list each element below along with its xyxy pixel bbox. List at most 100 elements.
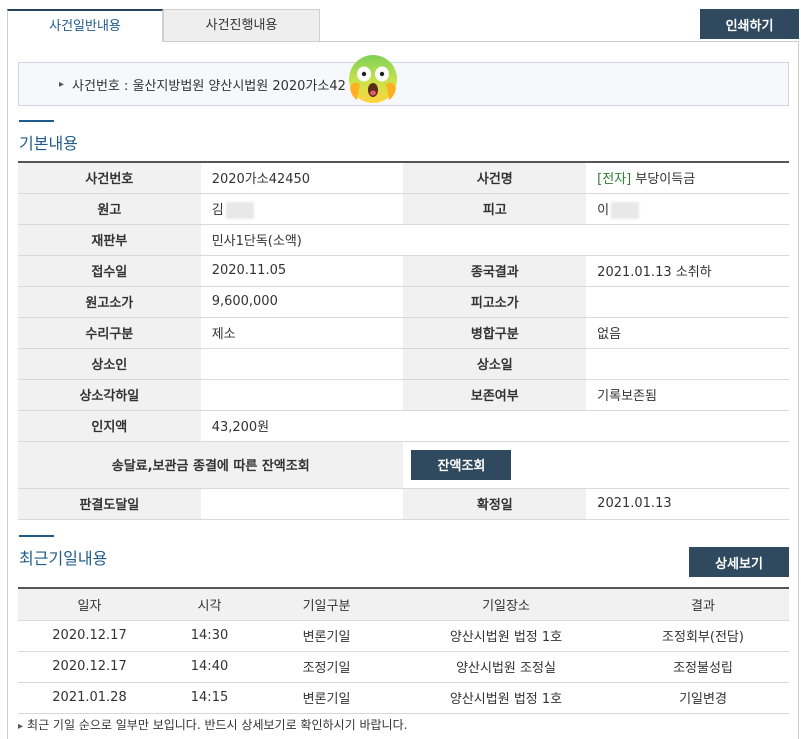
stamp-value: 43,200원 [200, 410, 789, 442]
hearing-date: 2020.12.17 [18, 620, 161, 652]
case-no-label: 사건번호 [18, 162, 201, 194]
table-row: 원고 김 피고 이 [18, 193, 789, 225]
frame-border-left [7, 42, 8, 739]
tab-bar: 사건일반내용 사건진행내용 [7, 9, 320, 42]
table-row: 사건번호 2020가소42450 사건명 [전자] 부당이득금 [18, 162, 789, 194]
basic-info-title: 기본내용 [19, 120, 78, 154]
final-result-value: 2021.01.13 소취하 [586, 255, 789, 287]
plaintiff-value-amount: 9,600,000 [200, 286, 404, 318]
appeal-date-value [586, 348, 789, 380]
plaintiff-name: 김 [211, 202, 224, 218]
defendant-name: 이 [597, 202, 610, 218]
table-row: 2020.12.17 14:40 조정기일 양산시법원 조정실 조정불성립 [18, 651, 789, 683]
redacted-mask [225, 201, 254, 219]
tab-progress[interactable]: 사건진행내용 [163, 9, 320, 42]
hearing-result: 조정회부(전담) [617, 620, 789, 652]
balance-label: 송달료,보관금 종결에 따른 잔액조회 [18, 441, 404, 489]
table-row: 원고소가 9,600,000 피고소가 [18, 286, 789, 318]
appeal-date-label: 상소일 [403, 348, 587, 380]
merge-label: 병합구분 [403, 317, 587, 349]
table-row: 수리구분 제소 병합구분 없음 [18, 317, 789, 349]
hearing-result: 조정불성립 [617, 651, 789, 683]
hearing-time: 14:30 [161, 620, 258, 652]
col-place-header: 기일장소 [395, 588, 617, 621]
appellant-value [200, 348, 404, 380]
defendant-value: 이 [586, 193, 789, 225]
table-row: 송달료,보관금 종결에 따른 잔액조회 잔액조회 [18, 441, 789, 489]
bullet-icon: ▸ [59, 78, 65, 90]
table-row: 접수일 2020.11.05 종국결과 2021.01.13 소취하 [18, 255, 789, 287]
hearing-type: 변론기일 [258, 682, 395, 714]
hearing-date: 2021.01.28 [18, 682, 161, 714]
judgment-arrival-value [200, 488, 404, 520]
defendant-label: 피고 [403, 193, 587, 225]
scream-emoji-icon [349, 55, 397, 103]
notice-text: ▸ 최근 기일 순으로 일부만 보입니다. 반드시 상세보기로 확인하시기 바랍니… [18, 716, 407, 733]
defendant-value-amount [586, 286, 789, 318]
hearing-date: 2020.12.17 [18, 651, 161, 683]
recent-hearings-title: 최근기일내용 [19, 535, 107, 569]
balance-cell: 잔액조회 [403, 441, 789, 489]
case-no-value: 2020가소42450 [200, 162, 404, 194]
table-row: 인지액 43,200원 [18, 410, 789, 442]
electronic-tag: [전자] [597, 172, 632, 188]
merge-value: 없음 [586, 317, 789, 349]
confirmed-value: 2021.01.13 [586, 488, 789, 520]
table-row: 2020.12.17 14:30 변론기일 양산시법원 법정 1호 조정회부(전… [18, 620, 789, 652]
tab-general[interactable]: 사건일반내용 [7, 9, 163, 42]
judgment-arrival-label: 판결도달일 [18, 488, 201, 520]
hearing-place: 양산시법원 조정실 [395, 651, 617, 683]
frame-border-right [798, 42, 799, 739]
receipt-type-value: 제소 [200, 317, 404, 349]
print-button[interactable]: 인쇄하기 [700, 9, 799, 39]
preserve-value: 기록보존됨 [586, 379, 789, 411]
table-row: 상소각하일 보존여부 기록보존됨 [18, 379, 789, 411]
table-row: 2021.01.28 14:15 변론기일 양산시법원 법정 1호 기일변경 [18, 682, 789, 714]
hearing-time: 14:15 [161, 682, 258, 714]
col-date-header: 일자 [18, 588, 161, 621]
hearing-place: 양산시법원 법정 1호 [395, 682, 617, 714]
bullet-icon: ▸ [18, 721, 24, 732]
redacted-mask [611, 201, 640, 219]
confirmed-label: 확정일 [403, 488, 587, 520]
case-number-box: ▸ 사건번호 : 울산지방법원 양산시법원 2020가소42 [18, 62, 789, 106]
court-value: 민사1단독(소액) [200, 224, 789, 256]
case-name-text: 부당이득금 [635, 172, 696, 188]
filed-value: 2020.11.05 [200, 255, 404, 287]
defendant-value-label: 피고소가 [403, 286, 587, 318]
case-name-value: [전자] 부당이득금 [586, 162, 789, 194]
case-detail-page: 사건일반내용 사건진행내용 인쇄하기 ▸ 사건번호 : 울산지방법원 양산시법원… [0, 0, 801, 739]
plaintiff-value: 김 [200, 193, 404, 225]
hearing-place: 양산시법원 법정 1호 [395, 620, 617, 652]
hearing-result: 기일변경 [617, 682, 789, 714]
stamp-label: 인지액 [18, 410, 201, 442]
notice-message: 최근 기일 순으로 일부만 보입니다. 반드시 상세보기로 확인하시기 바랍니다… [27, 718, 408, 732]
filed-label: 접수일 [18, 255, 201, 287]
hearing-type: 변론기일 [258, 620, 395, 652]
tab-divider [163, 41, 799, 42]
basic-info-table: 사건번호 2020가소42450 사건명 [전자] 부당이득금 원고 김 피고 … [18, 161, 789, 520]
appeal-dismiss-label: 상소각하일 [18, 379, 201, 411]
appellant-label: 상소인 [18, 348, 201, 380]
case-number-line: 사건번호 : 울산지방법원 양산시법원 2020가소42 [72, 78, 346, 94]
col-result-header: 결과 [617, 588, 789, 621]
view-details-button[interactable]: 상세보기 [689, 547, 789, 577]
hearing-time: 14:40 [161, 651, 258, 683]
plaintiff-value-label: 원고소가 [18, 286, 201, 318]
col-type-header: 기일구분 [258, 588, 395, 621]
plaintiff-label: 원고 [18, 193, 201, 225]
hearings-table: 일자 시각 기일구분 기일장소 결과 2020.12.17 14:30 변론기일… [18, 587, 789, 714]
hearing-type: 조정기일 [258, 651, 395, 683]
final-result-label: 종국결과 [403, 255, 587, 287]
table-row: 판결도달일 확정일 2021.01.13 [18, 488, 789, 520]
case-name-label: 사건명 [403, 162, 587, 194]
col-time-header: 시각 [161, 588, 258, 621]
receipt-type-label: 수리구분 [18, 317, 201, 349]
preserve-label: 보존여부 [403, 379, 587, 411]
appeal-dismiss-value [200, 379, 404, 411]
court-label: 재판부 [18, 224, 201, 256]
balance-inquiry-button[interactable]: 잔액조회 [411, 449, 512, 480]
table-row: 상소인 상소일 [18, 348, 789, 380]
table-header-row: 일자 시각 기일구분 기일장소 결과 [18, 588, 789, 621]
table-row: 재판부 민사1단독(소액) [18, 224, 789, 256]
